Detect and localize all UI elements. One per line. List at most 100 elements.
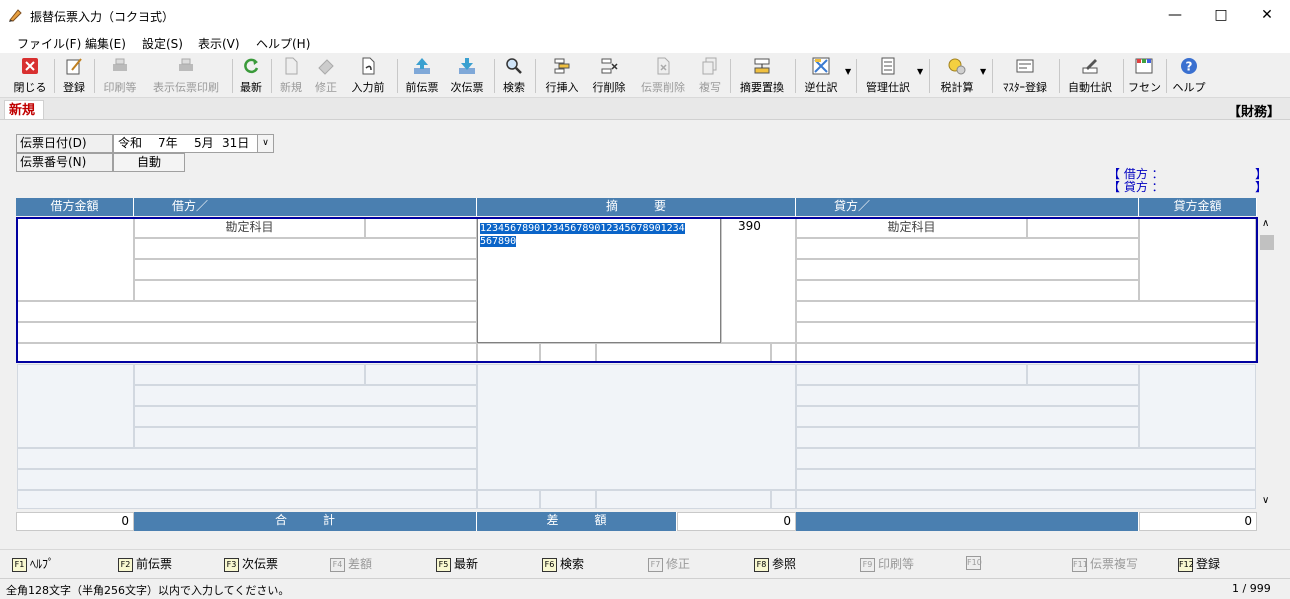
menu-view[interactable]: 表示(V) — [198, 35, 240, 52]
fkey-f5[interactable]: F5 最新 — [436, 555, 478, 572]
credit-account-cell[interactable] — [796, 364, 1027, 385]
refresh-icon — [244, 58, 259, 74]
summary-sub-cell-4[interactable] — [771, 490, 796, 509]
minimize-button[interactable]: — — [1152, 0, 1198, 31]
credit-extra-cell[interactable] — [796, 448, 1256, 469]
close-icon — [22, 58, 38, 74]
difference-label: 差 額 — [477, 512, 677, 531]
debit-department-cell[interactable] — [134, 406, 477, 427]
fkey-f6[interactable]: F6 検索 — [542, 555, 584, 572]
sticky-button[interactable]: フセン — [1128, 56, 1161, 96]
fkey-f2[interactable]: F2 前伝票 — [118, 555, 172, 572]
debit-tax-cell[interactable] — [134, 427, 477, 448]
tax-calc-button[interactable]: 税計算 — [936, 56, 978, 96]
insert-row-icon — [554, 58, 570, 74]
vertical-scrollbar[interactable]: ∧ ∨ — [1259, 217, 1275, 511]
summary-sub-cell-2[interactable] — [540, 490, 596, 509]
fkey-f3[interactable]: F3 次伝票 — [224, 555, 278, 572]
next-slip-button[interactable]: 次伝票 — [448, 56, 486, 96]
reverse-entry-dropdown-icon[interactable]: ▼ — [845, 67, 851, 76]
copy-button[interactable]: 複写 — [696, 56, 724, 96]
refresh-button[interactable]: 最新 — [237, 56, 265, 96]
credit-department-cell[interactable] — [796, 406, 1139, 427]
search-button[interactable]: 検索 — [500, 56, 528, 96]
summary-cell[interactable] — [477, 364, 796, 490]
menu-file[interactable]: ファイル(F) — [17, 35, 81, 52]
debit-extra-cell-3[interactable] — [17, 490, 477, 509]
eraser-icon — [318, 59, 334, 75]
print-display-button[interactable]: 表示伝票印刷 — [148, 56, 224, 96]
credit-total-bar — [796, 512, 1139, 531]
debit-extra-cell-2[interactable] — [17, 469, 477, 490]
header-summary: 摘 要 — [477, 198, 796, 216]
credit-extra-cell-2[interactable] — [796, 469, 1256, 490]
fkey-f10[interactable]: F10 — [966, 555, 984, 571]
mode-label: 新規 — [4, 100, 45, 119]
date-field[interactable]: 令和 7年 5月 31日 ∨ — [113, 134, 274, 153]
scroll-up-icon[interactable]: ∧ — [1262, 218, 1269, 229]
summary-sub-cell-3[interactable] — [596, 490, 771, 509]
fkey-f1[interactable]: F1 ﾍﾙﾌﾟ — [12, 555, 54, 572]
fkey-f9[interactable]: F9 印刷等 — [860, 555, 914, 572]
insert-row-button[interactable]: 行挿入 — [542, 56, 582, 96]
debit-account-code-cell[interactable] — [365, 364, 477, 385]
maximize-button[interactable]: □ — [1198, 0, 1244, 31]
modify-button[interactable]: 修正 — [312, 56, 340, 96]
delete-row-button[interactable]: 行削除 — [589, 56, 629, 96]
status-counter: 1 / 999 — [1232, 582, 1271, 595]
fkey-f11[interactable]: F11 伝票複写 — [1072, 555, 1138, 572]
register-button[interactable]: 登録 — [58, 56, 90, 96]
app-icon — [9, 9, 22, 22]
date-dropdown-icon[interactable]: ∨ — [257, 135, 273, 152]
new-button[interactable]: 新規 — [277, 56, 305, 96]
menu-edit[interactable]: 編集(E) — [85, 35, 126, 52]
scroll-thumb[interactable] — [1260, 235, 1274, 250]
number-label: 伝票番号(N) — [16, 153, 113, 172]
debit-total: 0 — [16, 512, 134, 531]
credit-tax-cell[interactable] — [796, 427, 1139, 448]
undo-arrow-icon — [362, 57, 375, 75]
department-label: 【財務】 — [1227, 105, 1280, 120]
header-debit-amount: 借方金額 — [16, 198, 134, 216]
delete-slip-button[interactable]: 伝票削除 — [636, 56, 690, 96]
header-debit-account: 借方／ — [134, 198, 477, 216]
credit-account-code-cell[interactable] — [1027, 364, 1139, 385]
replace-summary-button[interactable]: 摘要置換 — [736, 56, 788, 96]
pen-icon — [1082, 59, 1098, 74]
debit-extra-cell[interactable] — [17, 448, 477, 469]
tax-calc-dropdown-icon[interactable]: ▼ — [980, 67, 986, 76]
print-button[interactable]: 印刷等 — [100, 56, 140, 96]
debit-account-cell[interactable] — [134, 364, 365, 385]
help-button[interactable]: ? ヘルプ — [1172, 56, 1206, 96]
debit-subaccount-cell[interactable] — [134, 385, 477, 406]
menu-help[interactable]: ヘルプ(H) — [256, 35, 310, 52]
fkey-f4[interactable]: F4 差額 — [330, 555, 372, 572]
credit-amount-cell[interactable] — [1139, 364, 1256, 448]
master-register-button[interactable]: ﾏｽﾀｰ登録 — [998, 56, 1052, 96]
prev-input-button[interactable]: 入力前 — [348, 56, 388, 96]
reverse-entry-button[interactable]: 逆仕訳 — [800, 56, 842, 96]
mgmt-entry-dropdown-icon[interactable]: ▼ — [917, 67, 923, 76]
credit-balance-label: 【 貸方 ： — [1108, 180, 1164, 194]
close-button[interactable]: 閉じる — [12, 56, 48, 96]
menu-settings[interactable]: 設定(S) — [142, 35, 183, 52]
scroll-down-icon[interactable]: ∨ — [1262, 495, 1269, 506]
total-label: 合 計 — [134, 512, 477, 531]
mgmt-entry-button[interactable]: 管理仕訳 — [862, 56, 914, 96]
fkey-f12[interactable]: F12 登録 — [1178, 555, 1220, 572]
credit-subaccount-cell[interactable] — [796, 385, 1139, 406]
credit-extra-cell-3[interactable] — [796, 490, 1256, 509]
fkey-f8[interactable]: F8 参照 — [754, 555, 796, 572]
credit-balance-close: 】 — [1255, 180, 1268, 194]
title-bar: 振替伝票入力（コクヨ式） — □ ✕ — [0, 0, 1290, 31]
arrow-down-icon — [459, 58, 475, 74]
fkey-f7[interactable]: F7 修正 — [648, 555, 690, 572]
summary-sub-cell-1[interactable] — [477, 490, 540, 509]
close-window-button[interactable]: ✕ — [1244, 0, 1290, 31]
number-field[interactable]: 自動 — [113, 153, 185, 172]
new-document-icon — [285, 57, 298, 75]
debit-amount-cell[interactable] — [17, 364, 134, 448]
auto-entry-button[interactable]: 自動仕訳 — [1064, 56, 1116, 96]
prev-slip-button[interactable]: 前伝票 — [403, 56, 441, 96]
delete-row-icon — [601, 58, 618, 74]
